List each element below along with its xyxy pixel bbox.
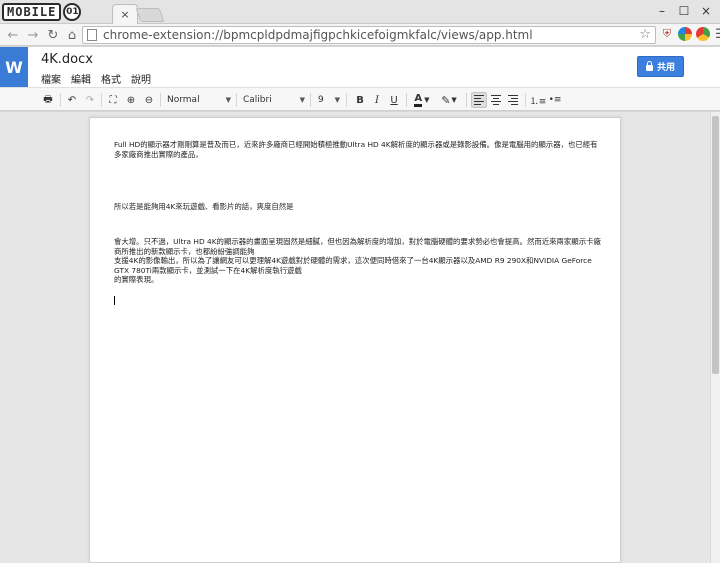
zoom-in-icon[interactable]: ⊕ — [123, 92, 139, 108]
color-extension-icon[interactable] — [678, 27, 692, 41]
home-icon[interactable]: ⌂ — [63, 26, 81, 44]
chevron-down-icon: ▼ — [424, 96, 430, 104]
lock-icon — [645, 60, 653, 71]
extension-icons: ⛨ ☰ — [660, 27, 720, 42]
zoom-out-icon[interactable]: ⊖ — [141, 92, 157, 108]
numbered-list-icon[interactable]: ⒈≡ — [530, 92, 547, 108]
browser-tabstrip: MOBILE 01 × – ☐ × — [0, 0, 720, 24]
new-tab-button[interactable] — [135, 8, 165, 22]
share-label: 共用 — [656, 63, 675, 73]
format-toolbar: 🖶 ↶ ↷ ⛶ ⊕ ⊖ Normal ▼ Calibri ▼ 9 ▼ B I U… — [0, 87, 720, 111]
share-button[interactable]: 共用 — [637, 56, 684, 77]
page-icon — [87, 29, 97, 41]
chevron-down-icon: ▼ — [334, 96, 340, 104]
bookmark-star-icon[interactable]: ☆ — [639, 27, 651, 42]
menu-help[interactable]: 說明 — [131, 71, 151, 86]
font-family-value: Calibri — [243, 95, 272, 105]
fit-page-icon[interactable]: ⛶ — [105, 92, 121, 108]
print-icon[interactable]: 🖶 — [40, 92, 56, 108]
undo-icon[interactable]: ↶ — [64, 92, 80, 108]
separator — [525, 93, 526, 107]
paragraph-style-value: Normal — [167, 95, 200, 105]
minimize-button[interactable]: – — [652, 2, 672, 20]
browser-toolbar: ← → ↻ ⌂ chrome-extension://bpmcpldpdmajf… — [0, 24, 720, 46]
chevron-down-icon: ▼ — [451, 96, 457, 104]
font-size-dropdown[interactable]: 9 ▼ — [318, 92, 340, 108]
text-cursor — [114, 296, 115, 305]
menu-file[interactable]: 檔案 — [41, 71, 61, 86]
underline-button[interactable]: U — [386, 92, 402, 108]
document-canvas: Full HD的顯示器才剛剛算是普及而已，近來許多廠商已經開始積極推動Ultra… — [0, 112, 710, 563]
forward-arrow-icon[interactable]: → — [24, 26, 42, 44]
url-text[interactable]: chrome-extension://bpmcpldpdmajfigpchkic… — [103, 28, 533, 42]
document-title[interactable]: 4K.docx — [41, 52, 93, 67]
chevron-down-icon: ▼ — [225, 96, 231, 104]
separator — [466, 93, 467, 107]
align-right-button[interactable] — [505, 92, 521, 108]
menu-format[interactable]: 格式 — [101, 71, 121, 86]
back-arrow-icon[interactable]: ← — [4, 26, 22, 44]
separator — [60, 93, 61, 107]
highlighter-icon: ✎ — [441, 93, 451, 107]
window-controls: – ☐ × — [652, 2, 716, 20]
separator — [236, 93, 237, 107]
app-header: W 4K.docx 檔案 編輯 格式 說明 共用 — [0, 47, 720, 87]
shield-extension-icon[interactable]: ⛨ — [660, 27, 674, 41]
chrome-extension-icon[interactable] — [696, 27, 710, 41]
logo-badge: 01 — [63, 3, 82, 21]
mobile01-logo: MOBILE 01 — [2, 3, 82, 21]
separator — [160, 93, 161, 107]
logo-text: MOBILE — [7, 5, 57, 19]
paragraph-style-dropdown[interactable]: Normal ▼ — [167, 92, 231, 108]
scrollbar-thumb[interactable] — [712, 116, 719, 374]
menubar: 檔案 編輯 格式 說明 — [41, 71, 151, 86]
close-window-button[interactable]: × — [696, 2, 716, 20]
maximize-button[interactable]: ☐ — [674, 2, 694, 20]
vertical-scrollbar[interactable] — [710, 112, 720, 563]
document-page[interactable]: Full HD的顯示器才剛剛算是普及而已，近來許多廠商已經開始積極推動Ultra… — [89, 117, 621, 563]
bold-button[interactable]: B — [352, 92, 368, 108]
document-paragraph[interactable]: 支援4K的影像輸出，所以為了讓網友可以更理解4K遊戲對於硬體的需求，這次便同時借… — [114, 256, 604, 275]
redo-icon[interactable]: ↷ — [82, 92, 98, 108]
separator — [310, 93, 311, 107]
document-paragraph[interactable]: 所以若是能夠用4K來玩遊戲、看影片的話，爽度自然是 — [114, 202, 604, 212]
document-paragraph[interactable]: Full HD的顯示器才剛剛算是普及而已，近來許多廠商已經開始積極推動Ultra… — [114, 140, 604, 159]
menu-icon[interactable]: ☰ — [714, 27, 720, 42]
browser-tab[interactable]: × — [112, 4, 138, 24]
separator — [101, 93, 102, 107]
align-left-button[interactable] — [471, 92, 487, 108]
align-center-button[interactable] — [488, 92, 504, 108]
font-size-value: 9 — [318, 95, 324, 105]
text-color-button[interactable]: A ▼ — [411, 92, 433, 108]
chevron-down-icon: ▼ — [299, 96, 305, 104]
address-bar[interactable]: chrome-extension://bpmcpldpdmajfigpchkic… — [82, 26, 656, 44]
align-center-icon — [491, 95, 501, 105]
align-right-icon — [508, 95, 518, 105]
menu-edit[interactable]: 編輯 — [71, 71, 91, 86]
tab-close-icon[interactable]: × — [120, 9, 129, 20]
font-family-dropdown[interactable]: Calibri ▼ — [243, 92, 305, 108]
bulleted-list-icon[interactable]: •≡ — [547, 92, 563, 108]
highlight-color-button[interactable]: ✎ ▼ — [438, 92, 460, 108]
separator — [346, 93, 347, 107]
word-logo-icon: W — [0, 47, 28, 87]
logo-box: MOBILE — [2, 3, 62, 21]
document-paragraph[interactable]: 的實際表現。 — [114, 275, 604, 285]
italic-button[interactable]: I — [369, 92, 385, 108]
align-left-icon — [474, 95, 484, 105]
document-paragraph[interactable]: 會大增。只不過，Ultra HD 4K的顯示器的畫面呈現固然是細膩，但也因為解析… — [114, 237, 604, 256]
separator — [406, 93, 407, 107]
text-color-icon: A — [414, 93, 423, 107]
reload-icon[interactable]: ↻ — [44, 26, 62, 44]
